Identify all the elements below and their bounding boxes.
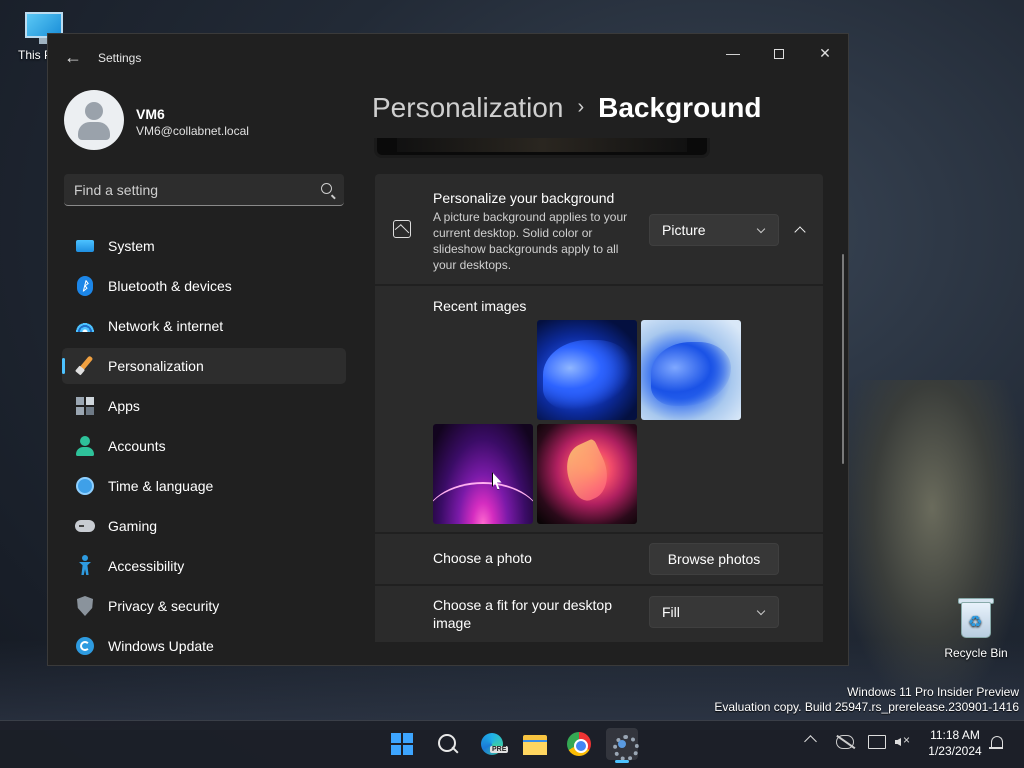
recent-image-thumbnail[interactable] [537, 424, 637, 524]
taskbar-clock[interactable]: 11:18 AM 1/23/2024 [916, 727, 994, 759]
sidebar-item-windows-update[interactable]: Windows Update [62, 628, 346, 664]
sidebar-item-gaming[interactable]: Gaming [62, 508, 346, 544]
sidebar-item-accessibility[interactable]: Accessibility [62, 548, 346, 584]
edge-pre-badge: PRE [490, 746, 509, 753]
person-icon [74, 435, 96, 457]
window-title: Settings [98, 51, 142, 65]
evaluation-watermark: Windows 11 Pro Insider Preview Evaluatio… [714, 685, 1019, 715]
start-button[interactable] [386, 728, 418, 760]
sidebar-nav: System ᛒ Bluetooth & devices Network & i… [62, 228, 346, 665]
sidebar-item-accounts[interactable]: Accounts [62, 428, 346, 464]
user-email: VM6@collabnet.local [136, 124, 249, 138]
sidebar-item-label: Accounts [108, 438, 166, 454]
network-icon[interactable] [868, 735, 886, 749]
clock-globe-icon [74, 475, 96, 497]
search-input[interactable] [74, 180, 314, 200]
sidebar-item-label: Network & internet [108, 318, 224, 334]
recent-image-thumbnail[interactable] [433, 424, 533, 524]
page-title: Background [598, 92, 762, 123]
clock-date: 1/23/2024 [928, 744, 982, 758]
browse-photos-button[interactable]: Browse photos [649, 543, 779, 575]
chevron-up-icon [794, 226, 806, 238]
sidebar-item-bluetooth[interactable]: ᛒ Bluetooth & devices [62, 268, 346, 304]
watermark-line: Evaluation copy. Build 25947.rs_prerelea… [714, 700, 1019, 714]
recent-image-thumbnail[interactable] [641, 320, 741, 420]
chevron-down-icon [756, 606, 766, 616]
setting-title: Personalize your background [433, 190, 615, 206]
chrome-icon[interactable] [563, 728, 595, 760]
sidebar-item-time-language[interactable]: Time & language [62, 468, 346, 504]
sidebar-item-personalization[interactable]: Personalization [62, 348, 346, 384]
search-box [64, 174, 344, 206]
choose-fit-row: Choose a fit for your desktop image Fill [375, 586, 823, 642]
dropdown-value: Fill [662, 604, 680, 620]
content-scrollbar[interactable] [842, 254, 844, 464]
avatar [64, 90, 124, 150]
maximize-button[interactable] [756, 38, 802, 68]
title-bar[interactable]: ← Settings — ✕ [48, 34, 848, 82]
chevron-down-icon [756, 224, 766, 234]
personalize-background-card: Personalize your background A picture ba… [375, 174, 823, 284]
sidebar-item-label: Windows Update [108, 638, 214, 654]
sidebar-item-label: Apps [108, 398, 140, 414]
choose-photo-label: Choose a photo [433, 550, 532, 566]
choose-fit-label: Choose a fit for your desktop image [433, 597, 612, 631]
settings-window: ← Settings — ✕ VM6 VM6@collabnet.local S… [47, 33, 849, 666]
minimize-button[interactable]: — [710, 38, 756, 68]
user-name: VM6 [136, 106, 165, 122]
gamepad-icon [74, 515, 96, 537]
fit-dropdown[interactable]: Fill [649, 596, 779, 628]
edge-browser-icon[interactable]: PRE [476, 728, 509, 760]
file-explorer-icon[interactable] [519, 728, 551, 760]
sidebar-item-label: Bluetooth & devices [108, 278, 232, 294]
sidebar-item-label: Time & language [108, 478, 214, 494]
background-type-dropdown[interactable]: Picture [649, 214, 779, 246]
update-icon [74, 635, 96, 657]
sidebar-item-system[interactable]: System [62, 228, 346, 264]
sidebar-item-label: System [108, 238, 155, 254]
taskbar-search-icon[interactable] [431, 728, 463, 760]
recent-image-thumbnail[interactable] [537, 320, 637, 420]
sidebar-item-label: Accessibility [108, 558, 185, 574]
sidebar-item-label: Personalization [108, 358, 204, 374]
wifi-icon [74, 315, 96, 337]
recent-images-card: Recent images [375, 286, 823, 532]
apps-icon [74, 395, 96, 417]
clock-time: 11:18 AM [930, 728, 980, 742]
maximize-icon [774, 49, 784, 60]
sidebar-item-apps[interactable]: Apps [62, 388, 346, 424]
brush-icon [74, 355, 96, 377]
shield-icon [74, 595, 96, 617]
accessibility-icon [74, 555, 96, 577]
onedrive-offline-icon[interactable] [836, 735, 854, 749]
collapse-button[interactable] [787, 214, 813, 244]
recent-images-label: Recent images [433, 298, 527, 314]
back-arrow-icon[interactable]: ← [62, 46, 84, 68]
active-app-indicator [615, 760, 629, 763]
image-icon [393, 220, 411, 238]
choose-photo-row: Choose a photo Browse photos [375, 534, 823, 584]
volume-muted-icon[interactable] [895, 733, 913, 749]
breadcrumb-separator-icon: › [577, 96, 585, 118]
sidebar-item-label: Gaming [108, 518, 158, 534]
system-icon [74, 235, 96, 257]
dropdown-value: Picture [662, 222, 706, 238]
breadcrumb: Personalization › Background [372, 92, 761, 124]
sidebar-item-privacy-security[interactable]: Privacy & security [62, 588, 346, 624]
notification-bell-icon[interactable] [989, 736, 1003, 750]
desktop-preview [374, 138, 710, 158]
sidebar-item-label: Privacy & security [108, 598, 220, 614]
settings-gear-icon[interactable] [606, 728, 639, 761]
recycle-bin-icon: ♻ [958, 596, 994, 638]
desktop-icon-recycle-bin[interactable]: ♻ Recycle Bin [936, 596, 1016, 660]
search-icon[interactable] [321, 183, 332, 194]
sidebar-item-network[interactable]: Network & internet [62, 308, 346, 344]
close-button[interactable]: ✕ [802, 38, 848, 68]
bluetooth-icon: ᛒ [74, 275, 96, 297]
breadcrumb-parent-link[interactable]: Personalization [372, 92, 563, 123]
desktop-icon-label: Recycle Bin [944, 646, 1008, 660]
watermark-line: Windows 11 Pro Insider Preview [847, 685, 1019, 699]
setting-description: A picture background applies to your cur… [433, 210, 628, 272]
